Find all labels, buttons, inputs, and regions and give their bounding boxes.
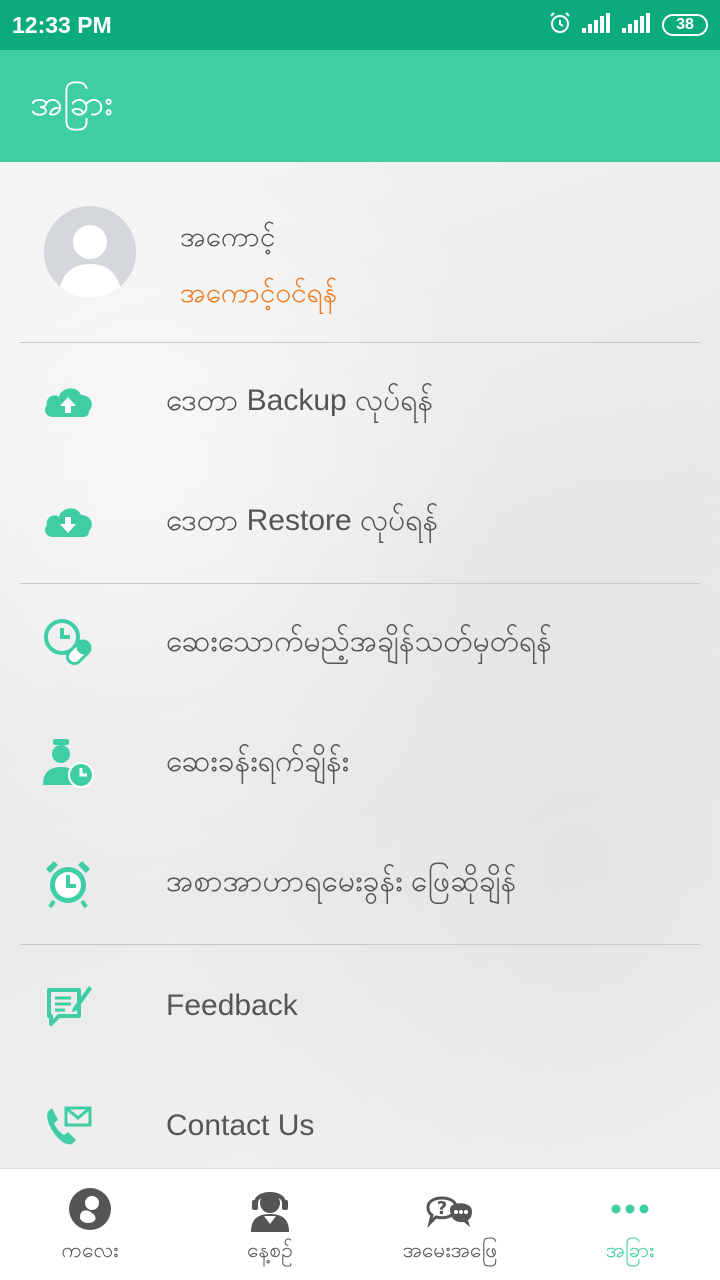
status-icons: 38 <box>548 11 708 39</box>
nav-label-qa: အမေးအဖြေ <box>402 1238 498 1262</box>
divider <box>20 944 700 945</box>
cloud-download-icon <box>40 496 96 548</box>
nav-tab-daily[interactable]: နေ့စဉ် <box>180 1169 360 1280</box>
account-name: အကောင့် <box>180 220 276 253</box>
app-bar: အခြား <box>0 50 720 162</box>
headset-person-icon <box>246 1185 294 1233</box>
menu-item-food-question[interactable]: အစာအာဟာရမေးခွန်း ဖြေဆိုချိန် <box>0 823 720 943</box>
nav-label-daily: နေ့စဉ် <box>247 1238 293 1262</box>
bottom-nav: ကလေး နေ့စဉ် ? အမေးအဖြေ အခြား <box>0 1168 720 1280</box>
menu-label-contact: Contact Us <box>166 1109 315 1142</box>
svg-text:?: ? <box>437 1198 447 1219</box>
page-title: အခြား <box>30 83 114 124</box>
menu-label-appointment: ဆေးခန်းရက်ချိန်း <box>166 744 350 778</box>
baby-icon <box>66 1185 114 1233</box>
menu-label-medicine-reminder: ဆေးသောက်မည့်အချိန်သတ်မှတ်ရန် <box>166 624 552 658</box>
menu-item-appointment[interactable]: ဆေးခန်းရက်ချိန်း <box>0 703 720 823</box>
nav-label-baby: ကလေး <box>61 1238 119 1262</box>
menu-label-food-question: အစာအာဟာရမေးခွန်း ဖြေဆိုချိန် <box>166 864 517 898</box>
doctor-clock-icon <box>40 737 96 789</box>
avatar <box>44 206 136 298</box>
login-link[interactable]: အကောင့်ဝင်ရန် <box>180 274 337 316</box>
nav-tab-baby[interactable]: ကလေး <box>0 1169 180 1280</box>
nav-tab-more[interactable]: အခြား <box>540 1169 720 1280</box>
menu-item-restore[interactable]: ဒေတာ Restore လုပ်ရန် <box>0 462 720 582</box>
battery-indicator: 38 <box>662 14 708 36</box>
phone-mail-icon <box>40 1100 96 1152</box>
qa-chat-icon: ? <box>426 1185 474 1233</box>
signal-icon-2 <box>622 13 652 37</box>
settings-list: အကောင့် အကောင့်ဝင်ရန် ဒေတာ Backup လုပ်ရန… <box>0 162 720 1168</box>
status-bar: 12:33 PM 38 <box>0 0 720 50</box>
nav-label-more: အခြား <box>605 1238 655 1262</box>
more-dots-icon <box>606 1185 654 1233</box>
nav-tab-qa[interactable]: ? အမေးအဖြေ <box>360 1169 540 1280</box>
menu-item-medicine-reminder[interactable]: ဆေးသောက်မည့်အချိန်သတ်မှတ်ရန် <box>0 583 720 703</box>
alarm-icon <box>548 11 572 39</box>
menu-item-backup[interactable]: ဒေတာ Backup လုပ်ရန် <box>0 342 720 462</box>
status-time: 12:33 PM <box>12 11 112 38</box>
menu-label-backup: ဒေတာ Backup လုပ်ရန် <box>166 383 434 417</box>
menu-label-restore: ဒေတာ Restore လုပ်ရန် <box>166 503 439 537</box>
alarm-clock-icon <box>40 857 96 909</box>
menu-label-feedback: Feedback <box>166 989 298 1022</box>
profile-section[interactable]: အကောင့် အကောင့်ဝင်ရန် <box>0 162 720 342</box>
cloud-upload-icon <box>40 376 96 428</box>
signal-icon <box>582 13 612 37</box>
menu-item-feedback[interactable]: Feedback <box>0 946 720 1066</box>
clock-pill-icon <box>40 617 96 669</box>
menu-item-contact[interactable]: Contact Us <box>0 1066 720 1168</box>
feedback-icon <box>40 980 96 1032</box>
